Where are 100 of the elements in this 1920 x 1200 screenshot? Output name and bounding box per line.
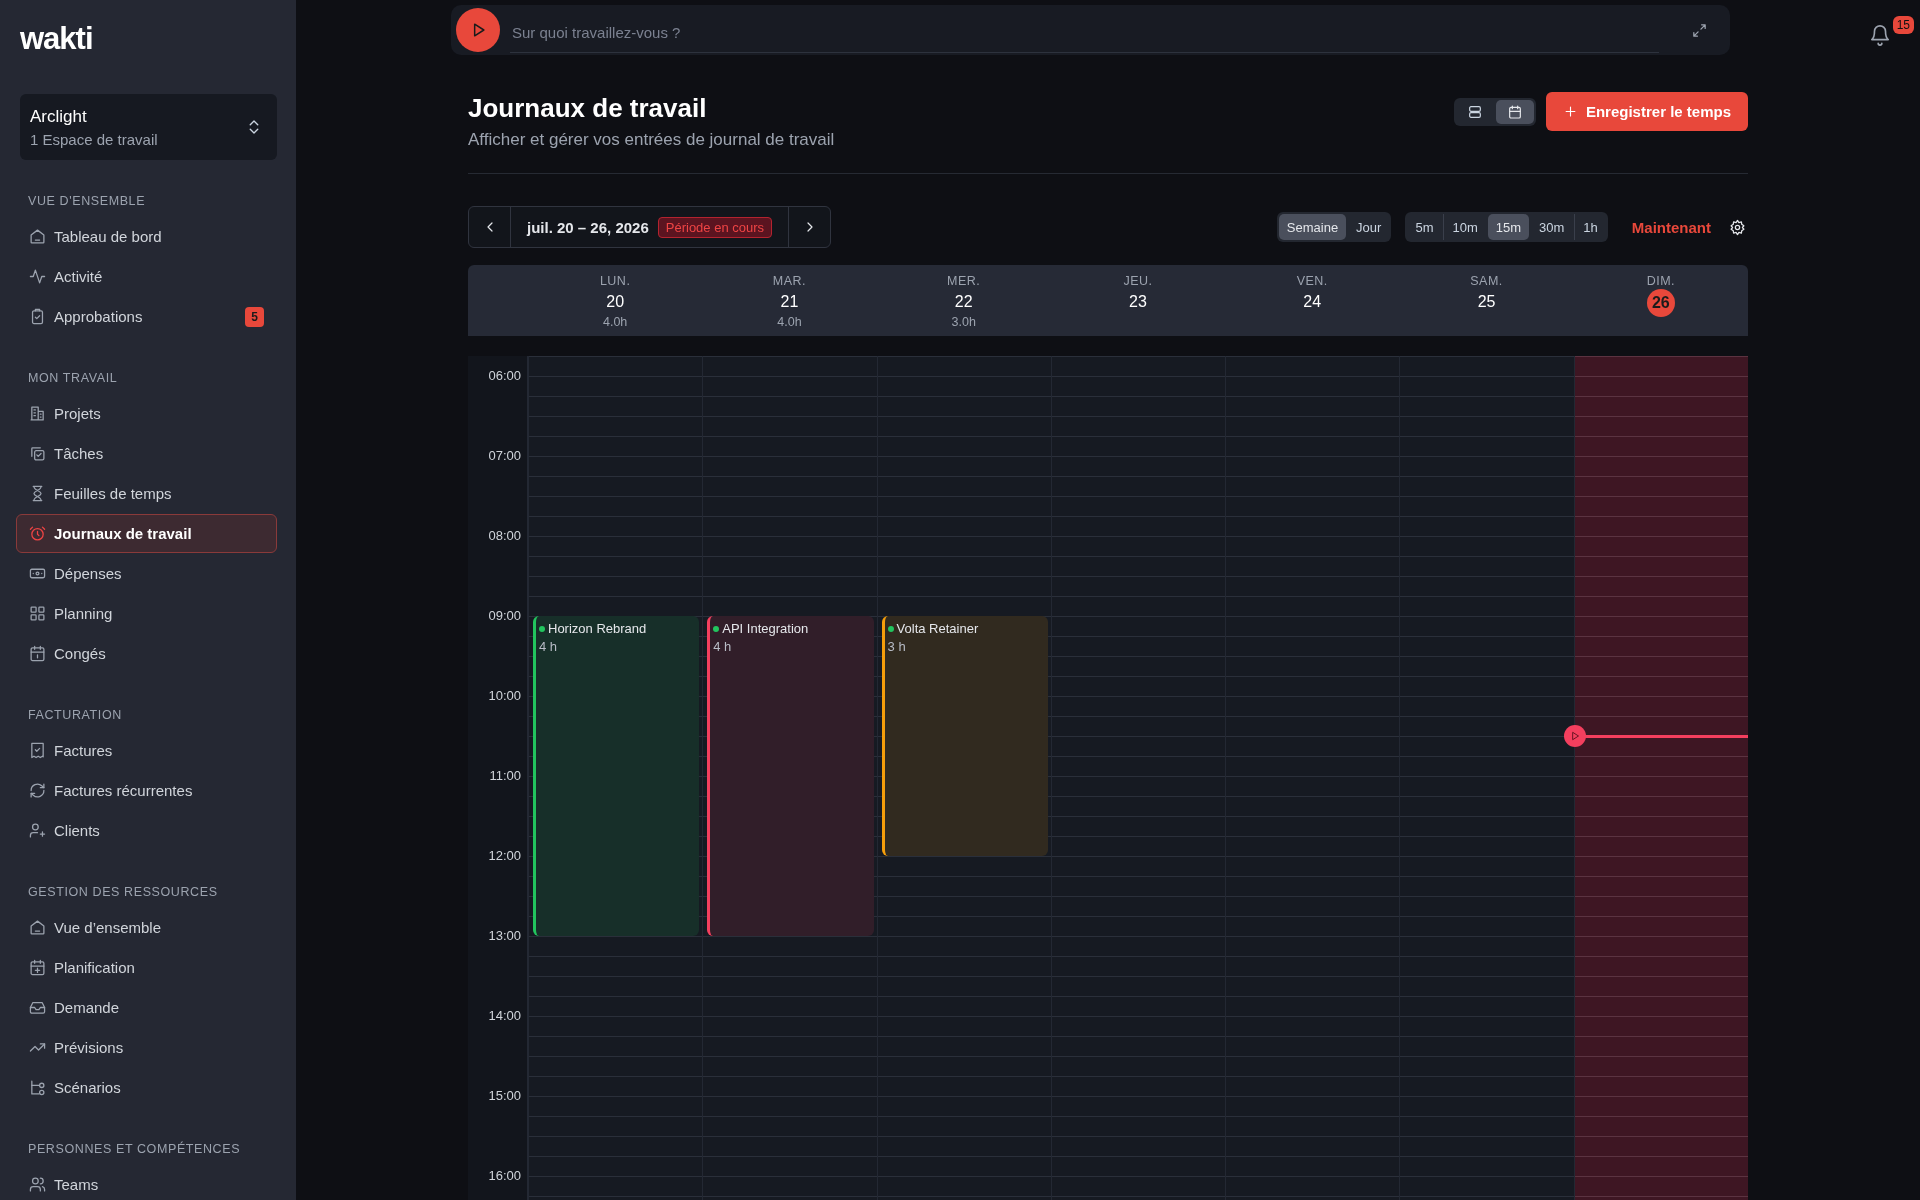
hour-label: 09:00 xyxy=(488,608,521,624)
nav-item[interactable]: Clients xyxy=(16,811,277,850)
nav-item[interactable]: Dépenses xyxy=(16,554,277,593)
date-label: 22 xyxy=(954,292,973,312)
workspace-switcher[interactable]: Arclight 1 Espace de travail xyxy=(20,94,277,160)
nav-item[interactable]: Prévisions xyxy=(16,1028,277,1067)
nav-item[interactable]: Factures xyxy=(16,731,277,770)
entry-duration: 3 h xyxy=(887,639,906,654)
nav-item[interactable]: Teams xyxy=(16,1165,277,1200)
hour-label: 16:00 xyxy=(488,1168,521,1184)
nav-item[interactable]: Tâches xyxy=(16,434,277,473)
workspace-name: Arclight xyxy=(30,106,87,127)
time-entry[interactable]: Horizon Rebrand 4 h xyxy=(533,616,700,936)
section-title: MON TRAVAIL xyxy=(28,370,118,386)
clipboard-check-icon xyxy=(29,308,46,325)
weekday-label: DIM. xyxy=(1646,273,1675,289)
calendar-icon xyxy=(29,645,46,662)
nav-item[interactable]: Feuilles de temps xyxy=(16,474,277,513)
grid-icon xyxy=(29,605,46,622)
segment-button[interactable]: 10m xyxy=(1443,214,1486,240)
inbox-icon xyxy=(29,999,46,1016)
now-button[interactable]: Maintenant xyxy=(1631,218,1711,236)
page-title: Journaux de travail xyxy=(468,92,708,124)
weekday-label: LUN. xyxy=(599,273,631,289)
status-badge: Période en cours xyxy=(657,216,773,238)
nav-item[interactable]: Demande xyxy=(16,988,277,1027)
nav-item[interactable]: Vue d’ensemble xyxy=(16,908,277,947)
hour-label: 10:00 xyxy=(488,688,521,704)
house-icon xyxy=(29,919,46,936)
nav-item[interactable]: Projets xyxy=(16,394,277,433)
nav-item[interactable]: Journaux de travail xyxy=(16,514,277,553)
hour-label: 13:00 xyxy=(488,928,521,944)
day-total: 4.0h xyxy=(777,314,802,330)
copy-check-icon xyxy=(29,445,46,462)
segment-button[interactable]: 30m xyxy=(1531,214,1573,240)
date-label: 21 xyxy=(780,292,799,312)
refresh-icon xyxy=(29,782,46,799)
hour-label: 15:00 xyxy=(488,1088,521,1104)
time-entry[interactable]: Volta Retainer 3 h xyxy=(881,616,1048,856)
date-label: 24 xyxy=(1303,292,1322,312)
flow-icon xyxy=(29,1079,46,1096)
view-mode-button[interactable] xyxy=(1495,99,1534,124)
weekday-label: MER. xyxy=(947,273,981,289)
entry-duration: 4 h xyxy=(713,639,732,654)
nav-item[interactable]: Congés xyxy=(16,634,277,673)
segment-button[interactable]: 1h xyxy=(1574,214,1606,240)
nav-item[interactable]: Approbations 5 xyxy=(16,297,277,336)
entry-duration: 4 h xyxy=(539,639,558,654)
date-label: 25 xyxy=(1477,292,1496,312)
record-time-button[interactable]: Enregistrer le temps xyxy=(1545,92,1748,131)
day-total: 4.0h xyxy=(602,314,628,330)
hour-label: 12:00 xyxy=(488,848,521,864)
list-icon xyxy=(1466,103,1483,120)
section-title: GESTION DES RESSOURCES xyxy=(28,884,218,900)
hour-label: 08:00 xyxy=(488,528,521,544)
page-subtitle: Afficher et gérer vos entrées de journal de travail xyxy=(468,129,835,151)
timer-input-bar[interactable]: Sur quoi travaillez-vous ? xyxy=(451,5,1730,55)
section-title: PERSONNES ET COMPÉTENCES xyxy=(28,1141,241,1157)
building-icon xyxy=(29,405,46,422)
alarm-clock-icon xyxy=(29,525,46,542)
nav-item[interactable]: Scénarios xyxy=(16,1068,277,1107)
bell-icon xyxy=(1868,24,1891,46)
settings-icon xyxy=(1729,218,1746,236)
section-title: FACTURATION xyxy=(28,707,122,723)
app-logo[interactable]: wakti xyxy=(20,24,93,54)
user-plus-icon xyxy=(29,822,46,839)
time-entry[interactable]: API Integration 4 h xyxy=(707,616,874,936)
calendar-icon xyxy=(1506,103,1523,120)
nav-item[interactable]: Planning xyxy=(16,594,277,633)
plus-icon xyxy=(1562,104,1578,119)
hour-label: 07:00 xyxy=(488,448,521,464)
segment-button[interactable]: Semaine xyxy=(1278,214,1347,240)
entry-title: API Integration xyxy=(713,621,809,636)
receipt-icon xyxy=(29,742,46,759)
weekday-label: JEU. xyxy=(1123,273,1153,289)
entry-title: Volta Retainer xyxy=(887,621,979,636)
date-label: 20 xyxy=(606,292,625,312)
weekday-label: SAM. xyxy=(1470,273,1503,289)
hour-label: 14:00 xyxy=(488,1008,521,1024)
entry-title: Horizon Rebrand xyxy=(539,621,647,636)
hour-label: 11:00 xyxy=(489,768,521,784)
section-title: VUE D'ENSEMBLE xyxy=(28,193,146,209)
today-date: 26 xyxy=(1646,289,1675,317)
nav-item[interactable]: Activité xyxy=(16,257,277,296)
day-total: 3.0h xyxy=(951,314,976,330)
date-label: 23 xyxy=(1129,292,1147,312)
weekday-label: VEN. xyxy=(1296,273,1328,289)
nav-item[interactable]: Planification xyxy=(16,948,277,987)
nav-item[interactable]: Factures récurrentes xyxy=(16,771,277,810)
weekday-label: MAR. xyxy=(772,273,807,289)
segment-button[interactable]: Jour xyxy=(1348,214,1390,240)
play-button[interactable] xyxy=(456,8,500,52)
nav-item[interactable]: Tableau de bord xyxy=(16,217,277,256)
count-badge: 15 xyxy=(1892,16,1914,34)
expand-icon xyxy=(1691,21,1708,39)
period-label: juil. 20 – 26, 2026 xyxy=(527,218,649,236)
hour-label: 06:00 xyxy=(488,368,521,384)
segment-button[interactable]: 15m xyxy=(1487,214,1530,240)
segment-button[interactable]: 5m xyxy=(1407,214,1442,240)
workspace-subtitle: 1 Espace de travail xyxy=(30,130,158,148)
